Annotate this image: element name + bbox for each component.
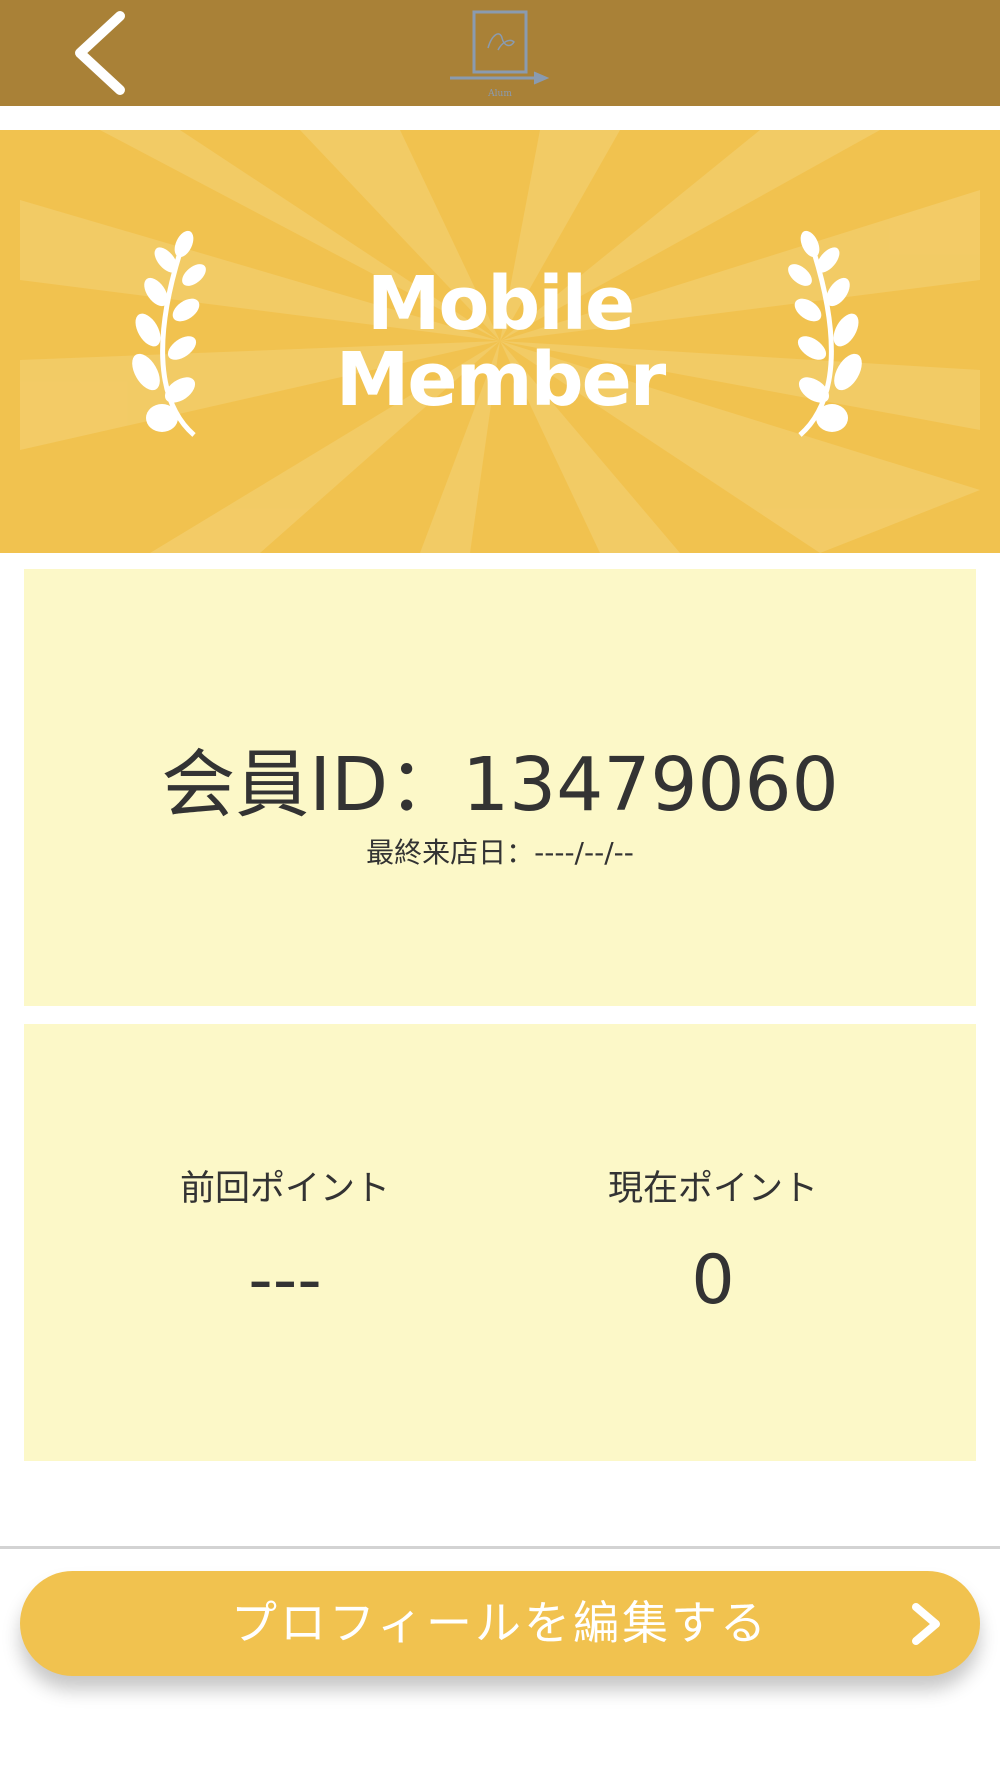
chevron-left-icon [75,11,125,95]
edit-profile-label: プロフィールを編集する [230,1596,770,1650]
chevron-right-icon [912,1603,940,1645]
divider [0,1546,1000,1549]
member-banner: Mobile Member [0,130,1000,553]
previous-points-label: 前回ポイント [179,1169,390,1209]
previous-points-value: --- [248,1241,322,1320]
logo-text: Alum [487,89,512,99]
edit-profile-button[interactable]: プロフィールを編集する [20,1571,980,1676]
current-points: 現在ポイント 0 [548,1160,878,1320]
app-header: Alum [0,0,1000,106]
current-points-value: 0 [691,1241,735,1320]
laptop-logo-icon: Alum [450,10,550,99]
laurel-branch-icon [788,230,862,437]
back-button[interactable] [62,8,142,98]
member-id: 会員ID：13479060 [161,742,839,828]
points-card: 前回ポイント --- 現在ポイント 0 [24,1024,976,1461]
current-points-label: 現在ポイント [607,1169,818,1209]
member-id-card: 会員ID：13479060 最終来店日：----/--/-- [24,569,976,1006]
previous-points: 前回ポイント --- [120,1160,450,1320]
app-logo: Alum [444,8,556,100]
last-visit-date: 最終来店日：----/--/-- [366,836,634,869]
